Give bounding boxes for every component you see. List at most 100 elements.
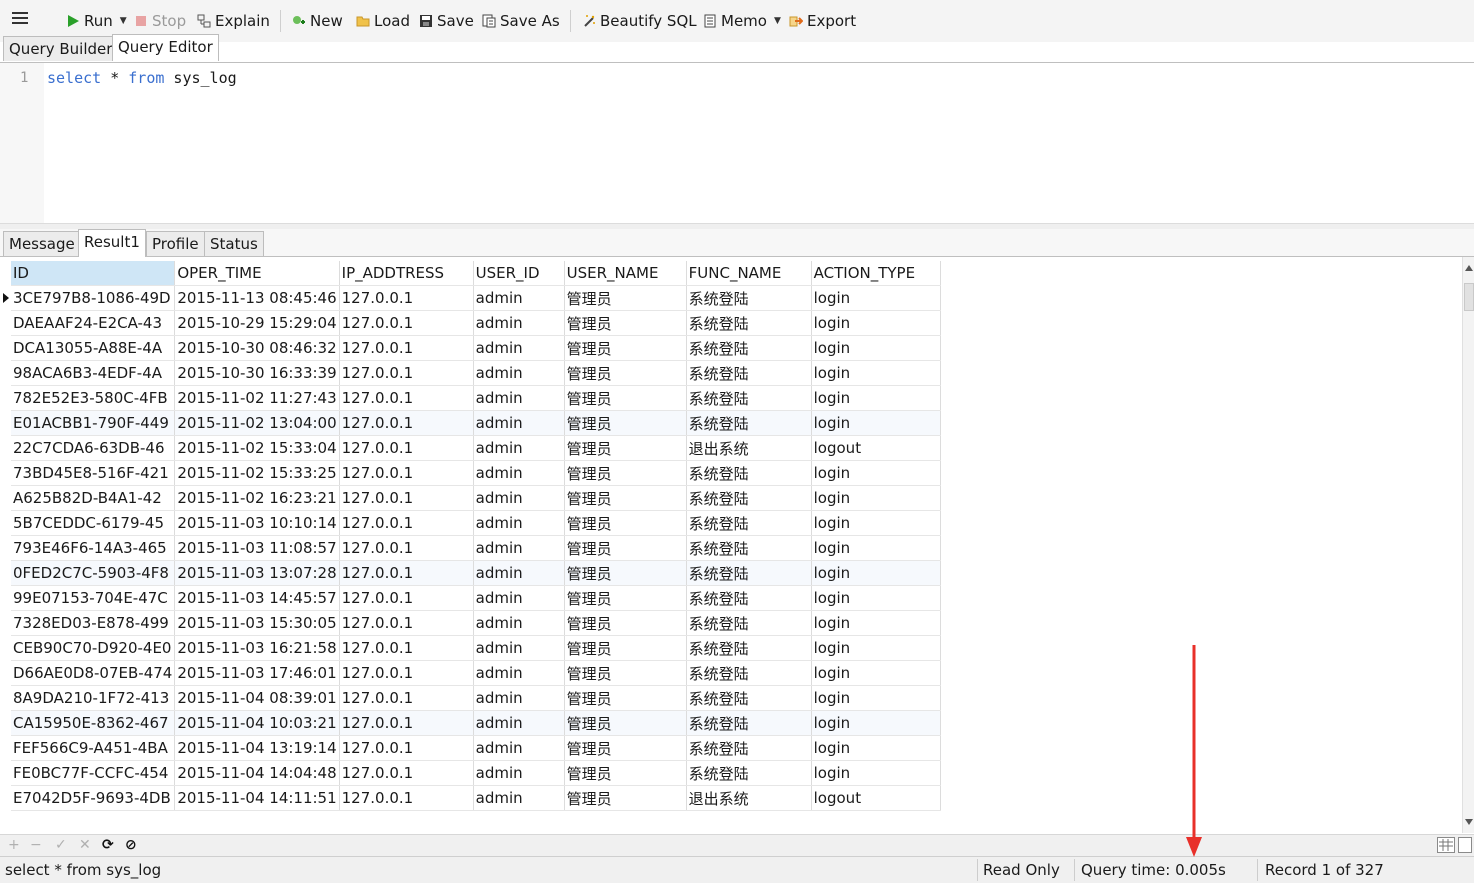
- cell-id[interactable]: CEB90C70-D920-4E0: [11, 635, 176, 661]
- table-row[interactable]: 3CE797B8-1086-49D 2015-11-13 08:45:46 127.…: [11, 285, 941, 311]
- cell-action-type[interactable]: login: [811, 360, 941, 386]
- cell-func-name[interactable]: 系统登陆: [686, 285, 812, 311]
- cell-user-id[interactable]: admin: [473, 460, 565, 486]
- table-row[interactable]: 73BD45E8-516F-421 2015-11-02 15:33:25 127.…: [11, 460, 941, 486]
- cell-user-id[interactable]: admin: [473, 785, 565, 811]
- hamburger-menu-icon[interactable]: [12, 12, 28, 27]
- tab-query-builder[interactable]: Query Builder: [3, 36, 119, 61]
- stop-query-icon[interactable]: ⊘: [125, 837, 137, 853]
- save-as-button[interactable]: Save As: [482, 12, 560, 30]
- cell-action-type[interactable]: login: [811, 760, 941, 786]
- cell-func-name[interactable]: 系统登陆: [686, 310, 812, 336]
- memo-dropdown-icon[interactable]: ▼: [774, 16, 781, 26]
- cell-ip-address[interactable]: 127.0.0.1: [339, 785, 474, 811]
- cell-func-name[interactable]: 系统登陆: [686, 735, 812, 761]
- cell-user-name[interactable]: 管理员: [564, 560, 687, 586]
- cell-action-type[interactable]: login: [811, 335, 941, 361]
- load-button[interactable]: Load: [356, 12, 410, 30]
- cell-action-type[interactable]: login: [811, 685, 941, 711]
- cell-func-name[interactable]: 系统登陆: [686, 335, 812, 361]
- table-row[interactable]: A625B82D-B4A1-42 2015-11-02 16:23:21 127.0…: [11, 485, 941, 511]
- cell-action-type[interactable]: login: [811, 635, 941, 661]
- tab-profile[interactable]: Profile: [146, 231, 205, 256]
- cell-user-id[interactable]: admin: [473, 660, 565, 686]
- table-row[interactable]: DAEAAF24-E2CA-43 2015-10-29 15:29:04 127.0…: [11, 310, 941, 336]
- vertical-scrollbar[interactable]: [1462, 257, 1474, 833]
- cell-user-id[interactable]: admin: [473, 360, 565, 386]
- cell-oper-time[interactable]: 2015-11-02 13:04:00: [174, 410, 340, 436]
- cell-user-name[interactable]: 管理员: [564, 610, 687, 636]
- cell-ip-address[interactable]: 127.0.0.1: [339, 510, 474, 536]
- cell-id[interactable]: FE0BC77F-CCFC-454: [11, 760, 176, 786]
- cell-user-name[interactable]: 管理员: [564, 485, 687, 511]
- cell-user-id[interactable]: admin: [473, 610, 565, 636]
- cell-oper-time[interactable]: 2015-11-04 14:11:51: [174, 785, 340, 811]
- run-dropdown-icon[interactable]: ▼: [120, 16, 127, 26]
- cell-ip-address[interactable]: 127.0.0.1: [339, 310, 474, 336]
- cell-oper-time[interactable]: 2015-10-30 16:33:39: [174, 360, 340, 386]
- cell-oper-time[interactable]: 2015-11-02 15:33:25: [174, 460, 340, 486]
- cell-id[interactable]: E01ACBB1-790F-449: [11, 410, 176, 436]
- cell-action-type[interactable]: login: [811, 410, 941, 436]
- tab-message[interactable]: Message: [3, 231, 81, 256]
- cell-func-name[interactable]: 系统登陆: [686, 535, 812, 561]
- cell-oper-time[interactable]: 2015-11-03 17:46:01: [174, 660, 340, 686]
- export-button[interactable]: Export: [789, 12, 856, 30]
- cell-user-id[interactable]: admin: [473, 635, 565, 661]
- cell-action-type[interactable]: login: [811, 660, 941, 686]
- cell-func-name[interactable]: 系统登陆: [686, 410, 812, 436]
- table-row[interactable]: 8A9DA210-1F72-413 2015-11-04 08:39:01 127.…: [11, 685, 941, 711]
- add-record-icon[interactable]: +: [8, 837, 20, 853]
- cell-action-type[interactable]: logout: [811, 435, 941, 461]
- cell-func-name[interactable]: 系统登陆: [686, 710, 812, 736]
- cell-user-name[interactable]: 管理员: [564, 410, 687, 436]
- cell-ip-address[interactable]: 127.0.0.1: [339, 410, 474, 436]
- cell-action-type[interactable]: login: [811, 610, 941, 636]
- cell-action-type[interactable]: login: [811, 485, 941, 511]
- table-row[interactable]: 5B7CEDDC-6179-45 2015-11-03 10:10:14 127.0…: [11, 510, 941, 536]
- cell-ip-address[interactable]: 127.0.0.1: [339, 710, 474, 736]
- cell-user-id[interactable]: admin: [473, 310, 565, 336]
- cell-id[interactable]: E7042D5F-9693-4DB: [11, 785, 176, 811]
- cell-ip-address[interactable]: 127.0.0.1: [339, 610, 474, 636]
- cell-oper-time[interactable]: 2015-11-04 13:19:14: [174, 735, 340, 761]
- cell-user-id[interactable]: admin: [473, 285, 565, 311]
- cell-action-type[interactable]: login: [811, 585, 941, 611]
- cell-func-name[interactable]: 退出系统: [686, 785, 812, 811]
- cell-id[interactable]: A625B82D-B4A1-42: [11, 485, 176, 511]
- table-row[interactable]: 7328ED03-E878-499 2015-11-03 15:30:05 127.…: [11, 610, 941, 636]
- column-header-oper-time[interactable]: OPER_TIME: [174, 261, 340, 286]
- cell-id[interactable]: 793E46F6-14A3-465: [11, 535, 176, 561]
- discard-changes-icon[interactable]: ✕: [79, 837, 91, 853]
- cell-oper-time[interactable]: 2015-11-04 08:39:01: [174, 685, 340, 711]
- cell-id[interactable]: 73BD45E8-516F-421: [11, 460, 176, 486]
- cell-user-name[interactable]: 管理员: [564, 760, 687, 786]
- tab-status[interactable]: Status: [204, 231, 264, 256]
- cell-user-id[interactable]: admin: [473, 510, 565, 536]
- cell-id[interactable]: DAEAAF24-E2CA-43: [11, 310, 176, 336]
- cell-func-name[interactable]: 系统登陆: [686, 360, 812, 386]
- cell-id[interactable]: D66AE0D8-07EB-474: [11, 660, 176, 686]
- cell-id[interactable]: 8A9DA210-1F72-413: [11, 685, 176, 711]
- cell-ip-address[interactable]: 127.0.0.1: [339, 735, 474, 761]
- cell-id[interactable]: 782E52E3-580C-4FB: [11, 385, 176, 411]
- column-header-user-id[interactable]: USER_ID: [473, 261, 565, 286]
- cell-func-name[interactable]: 系统登陆: [686, 385, 812, 411]
- cell-oper-time[interactable]: 2015-11-04 10:03:21: [174, 710, 340, 736]
- cell-user-name[interactable]: 管理员: [564, 460, 687, 486]
- cell-func-name[interactable]: 系统登陆: [686, 485, 812, 511]
- cell-oper-time[interactable]: 2015-11-03 15:30:05: [174, 610, 340, 636]
- cell-action-type[interactable]: login: [811, 460, 941, 486]
- table-row[interactable]: E01ACBB1-790F-449 2015-11-02 13:04:00 127.…: [11, 410, 941, 436]
- cell-id[interactable]: FEF566C9-A451-4BA: [11, 735, 176, 761]
- cell-user-name[interactable]: 管理员: [564, 310, 687, 336]
- cell-func-name[interactable]: 系统登陆: [686, 635, 812, 661]
- cell-func-name[interactable]: 系统登陆: [686, 585, 812, 611]
- column-header-func-name[interactable]: FUNC_NAME: [686, 261, 812, 286]
- tab-query-editor[interactable]: Query Editor: [112, 34, 219, 61]
- cell-user-id[interactable]: admin: [473, 685, 565, 711]
- cell-action-type[interactable]: login: [811, 560, 941, 586]
- cell-action-type[interactable]: login: [811, 535, 941, 561]
- cell-id[interactable]: 7328ED03-E878-499: [11, 610, 176, 636]
- cell-ip-address[interactable]: 127.0.0.1: [339, 535, 474, 561]
